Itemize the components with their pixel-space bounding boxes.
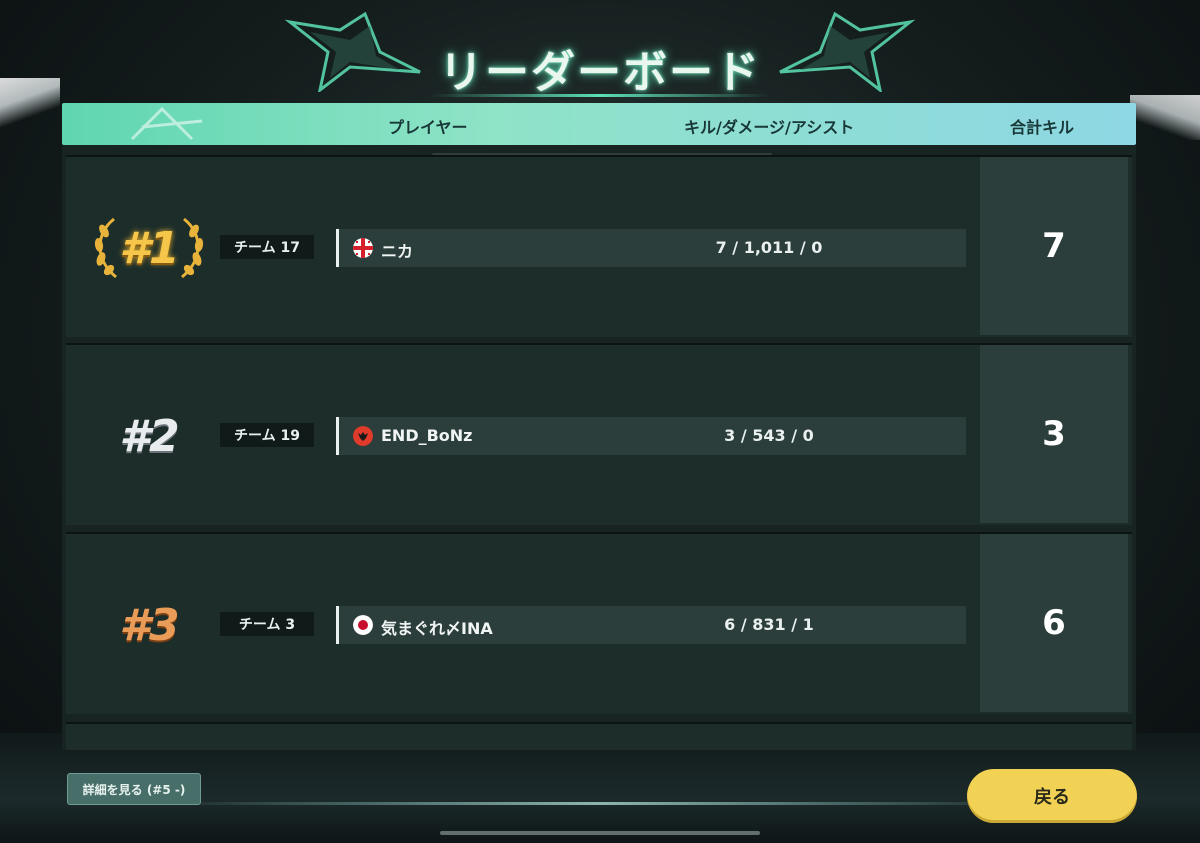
leaderboard-header: プレイヤー キル/ダメージ/アシスト 合計キル [62, 103, 1136, 145]
total-kills-cell: 7 [980, 157, 1128, 335]
title-underline [430, 94, 770, 97]
view-details-button[interactable]: 詳細を見る (#5 -) [67, 773, 201, 805]
rank-label: #2 [119, 410, 179, 462]
column-header-total-kills: 合計キル [1010, 118, 1075, 137]
rank-label: #1 [119, 222, 179, 274]
laurel-left-icon [94, 217, 117, 279]
home-indicator [440, 831, 760, 835]
page-title: リーダーボード [439, 47, 761, 98]
back-button[interactable]: 戻る [967, 769, 1137, 823]
player-stats: 7 / 1,011 / 0 [715, 238, 823, 257]
flag-circle-japan-icon [353, 615, 373, 635]
arena-light-right [1130, 95, 1200, 140]
column-header-player: プレイヤー [388, 118, 468, 137]
column-header-stats: キル/ダメージ/アシスト [684, 118, 855, 137]
total-kills-cell: 6 [980, 534, 1128, 712]
arena-light-left [0, 78, 60, 128]
table-row: #3 チーム 3 気まぐれ〆INA 6 / 831 / 1 6 [66, 532, 1132, 714]
rank-badge-gold: #1 [94, 215, 204, 281]
team-label: チーム 17 [220, 235, 314, 259]
player-name: ニカ [381, 242, 414, 261]
player-stats: 3 / 543 / 0 [724, 426, 814, 445]
leaderboard-table[interactable]: #1 チーム 17 ニカ 7 / 1,011 / 0 7 #2 チーム 19 E… [62, 145, 1136, 750]
rank-badge-bronze: #3 [94, 592, 204, 658]
rank-badge-silver: #2 [94, 403, 204, 469]
table-row: #2 チーム 19 END_BoNz 3 / 543 / 0 3 [66, 343, 1132, 525]
table-row-partial [66, 722, 1132, 750]
star-logo-icon [130, 106, 203, 141]
player-stats: 6 / 831 / 1 [724, 615, 814, 634]
total-kills-value: 6 [1042, 603, 1066, 643]
total-kills-value: 3 [1042, 414, 1066, 454]
player-entry[interactable]: ニカ 7 / 1,011 / 0 [336, 229, 966, 267]
player-name: END_BoNz [381, 426, 473, 445]
arena-floor-line [160, 802, 1040, 805]
player-name: 気まぐれ〆INA [381, 619, 493, 638]
flag-circle-red-eagle-icon [353, 426, 373, 446]
laurel-right-icon [181, 217, 204, 279]
team-label: チーム 3 [220, 612, 314, 636]
team-label: チーム 19 [220, 423, 314, 447]
title-banner: リーダーボード [280, 8, 920, 98]
player-entry[interactable]: 気まぐれ〆INA 6 / 831 / 1 [336, 606, 966, 644]
table-row: #1 チーム 17 ニカ 7 / 1,011 / 0 7 [66, 155, 1132, 337]
flag-circle-red-cross-icon [353, 238, 373, 258]
total-kills-cell: 3 [980, 345, 1128, 523]
player-entry[interactable]: END_BoNz 3 / 543 / 0 [336, 417, 966, 455]
total-kills-value: 7 [1042, 226, 1066, 266]
rank-label: #3 [119, 599, 179, 651]
